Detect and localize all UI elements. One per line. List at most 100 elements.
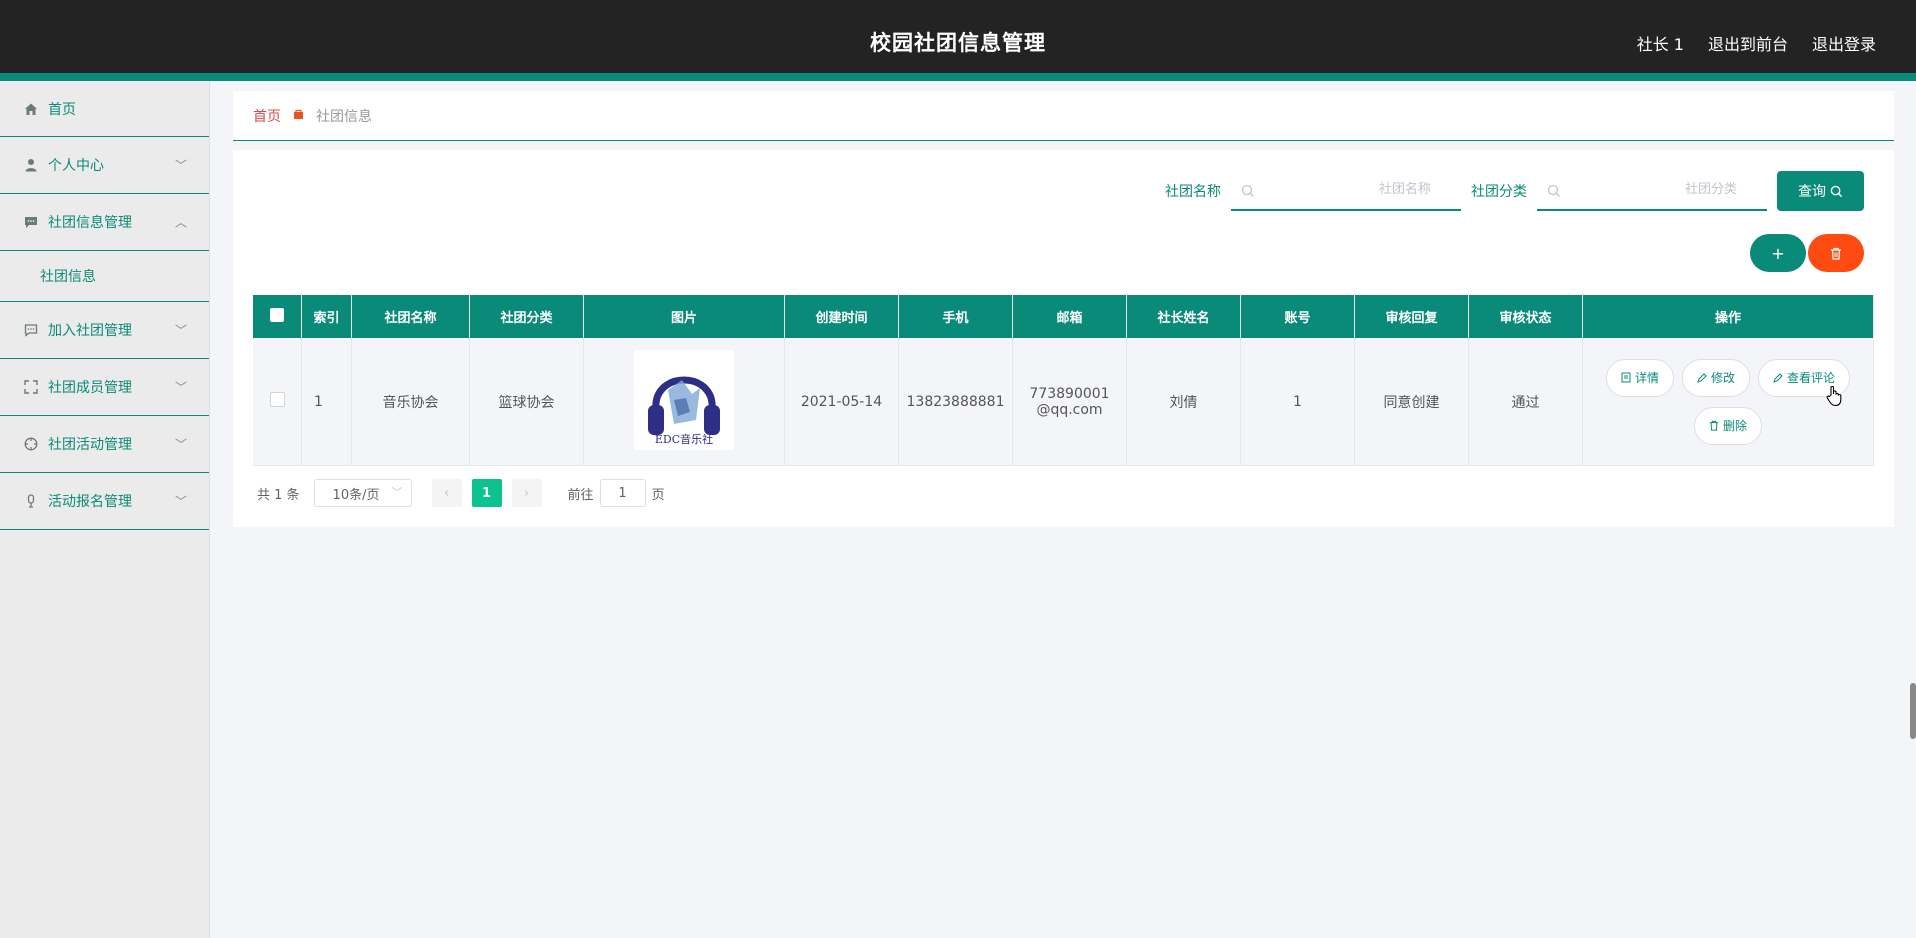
goto-prefix: 前往 bbox=[567, 487, 594, 503]
row-checkbox[interactable] bbox=[269, 392, 285, 407]
goto-page-value: 1 bbox=[618, 485, 627, 501]
sidebar-subitem-club-info[interactable]: 社团信息 bbox=[0, 251, 209, 302]
select-all-cell bbox=[253, 295, 302, 338]
message-icon bbox=[24, 215, 38, 229]
chevron-left-icon: ‹ bbox=[443, 485, 450, 501]
prev-page-button[interactable]: ‹ bbox=[431, 479, 462, 507]
goto-page-input[interactable]: 1 bbox=[599, 479, 646, 507]
compass-icon bbox=[24, 437, 38, 451]
app-title: 校园社团信息管理 bbox=[870, 31, 1046, 55]
edit-button-label: 修改 bbox=[1710, 371, 1735, 385]
cell-image: EDC音乐社 bbox=[583, 338, 785, 466]
edit-icon bbox=[1697, 372, 1707, 383]
query-button[interactable]: 查询 bbox=[1777, 171, 1864, 211]
col-category: 社团分类 bbox=[469, 295, 584, 338]
batch-delete-button[interactable] bbox=[1808, 234, 1864, 272]
detail-button[interactable]: 详情 bbox=[1605, 358, 1674, 397]
pagination: 共 1 条 10条/页 ﹀ ‹ 1 › 前往 1 页 bbox=[257, 479, 665, 507]
sidebar-item-join-club-management[interactable]: 加入社团管理 ﹀ bbox=[0, 302, 209, 359]
club-name-input[interactable] bbox=[1231, 171, 1461, 207]
breadcrumb-home[interactable]: 首页 bbox=[253, 106, 281, 126]
plus-icon: + bbox=[1771, 243, 1785, 263]
sidebar-item-club-member-management[interactable]: 社团成员管理 ﹀ bbox=[0, 359, 209, 416]
sidebar-item-personal-center[interactable]: 个人中心 ﹀ bbox=[0, 137, 209, 194]
chevron-down-icon: ﹀ bbox=[391, 486, 403, 499]
goto-suffix: 页 bbox=[651, 487, 665, 503]
club-category-label: 社团分类 bbox=[1471, 184, 1527, 200]
header-actions: 社长 1 退出到前台 退出登录 bbox=[1637, 31, 1876, 55]
sidebar-subitem-label: 社团信息 bbox=[40, 269, 96, 285]
col-image: 图片 bbox=[583, 295, 785, 338]
row-select-cell bbox=[253, 338, 302, 466]
trash-icon bbox=[1709, 420, 1719, 431]
cell-category: 篮球协会 bbox=[469, 338, 584, 466]
trash-icon bbox=[1831, 247, 1841, 260]
sidebar-item-label: 社团成员管理 bbox=[48, 380, 132, 396]
chevron-down-icon: ﹀ bbox=[174, 437, 187, 452]
logout-link[interactable]: 退出登录 bbox=[1812, 31, 1876, 55]
chevron-down-icon: ﹀ bbox=[174, 323, 187, 338]
cell-created: 2021-05-14 bbox=[784, 338, 899, 466]
col-reply: 审核回复 bbox=[1354, 295, 1469, 338]
sidebar-item-label: 加入社团管理 bbox=[48, 323, 132, 339]
col-club-name: 社团名称 bbox=[351, 295, 470, 338]
breadcrumb: 首页 社团信息 bbox=[233, 91, 1894, 141]
breadcrumb-separator-icon bbox=[293, 109, 304, 123]
chevron-up-icon: ︿ bbox=[174, 215, 187, 230]
select-all-checkbox[interactable] bbox=[270, 307, 284, 322]
delete-button[interactable]: 删除 bbox=[1693, 406, 1762, 445]
cell-account: 1 bbox=[1240, 338, 1355, 466]
chevron-right-icon: › bbox=[523, 485, 530, 501]
cell-club-name: 音乐协会 bbox=[351, 338, 470, 466]
club-name-label: 社团名称 bbox=[1165, 184, 1221, 200]
edit-button[interactable]: 修改 bbox=[1681, 358, 1750, 397]
cell-leader: 刘倩 bbox=[1126, 338, 1241, 466]
club-category-input[interactable] bbox=[1537, 171, 1767, 207]
sidebar-item-label: 活动报名管理 bbox=[48, 494, 132, 510]
sidebar-item-club-info-management[interactable]: 社团信息管理 ︿ bbox=[0, 194, 209, 251]
top-header: 校园社团信息管理 社长 1 退出到前台 退出登录 bbox=[0, 0, 1916, 81]
add-button[interactable]: + bbox=[1750, 234, 1806, 272]
user-icon bbox=[24, 158, 38, 172]
col-status: 审核状态 bbox=[1468, 295, 1583, 338]
chevron-down-icon: ﹀ bbox=[174, 380, 187, 395]
hand-cursor-icon bbox=[1826, 385, 1844, 411]
sidebar-item-label: 社团信息管理 bbox=[48, 215, 132, 231]
club-table: 索引 社团名称 社团分类 图片 创建时间 手机 邮箱 社长姓名 账号 审核回复 … bbox=[253, 295, 1874, 466]
search-icon bbox=[1241, 183, 1255, 202]
col-created: 创建时间 bbox=[784, 295, 899, 338]
col-index: 索引 bbox=[301, 295, 352, 338]
col-leader: 社长姓名 bbox=[1126, 295, 1241, 338]
club-image[interactable]: EDC音乐社 bbox=[634, 349, 734, 450]
next-page-button[interactable]: › bbox=[511, 479, 542, 507]
mic-icon bbox=[24, 494, 38, 508]
view-comments-button-label: 查看评论 bbox=[1787, 371, 1836, 385]
home-icon bbox=[24, 102, 38, 116]
cell-phone: 13823888881 bbox=[898, 338, 1013, 466]
sidebar-item-club-activity-management[interactable]: 社团活动管理 ﹀ bbox=[0, 416, 209, 473]
pagination-total: 共 1 条 bbox=[257, 487, 300, 503]
club-image-caption: EDC音乐社 bbox=[655, 432, 713, 446]
delete-button-label: 删除 bbox=[1722, 419, 1747, 433]
sidebar-item-activity-signup-management[interactable]: 活动报名管理 ﹀ bbox=[0, 473, 209, 530]
page-scrollbar[interactable] bbox=[1910, 683, 1916, 739]
search-form: 社团名称 社团分类 查询 bbox=[1165, 171, 1864, 211]
sidebar-item-home[interactable]: 首页 bbox=[0, 81, 209, 137]
chevron-down-icon: ﹀ bbox=[174, 494, 187, 509]
document-icon bbox=[1621, 372, 1631, 383]
exit-to-front-link[interactable]: 退出到前台 bbox=[1708, 31, 1788, 55]
edit-icon bbox=[1773, 372, 1783, 383]
page-number-current[interactable]: 1 bbox=[471, 479, 502, 507]
table-header-row: 索引 社团名称 社团分类 图片 创建时间 手机 邮箱 社长姓名 账号 审核回复 … bbox=[253, 295, 1874, 338]
sidebar: 首页 个人中心 ﹀ 社团信息管理 ︿ 社团信息 加入社团管理 ﹀ 社团成员管理 … bbox=[0, 81, 210, 938]
sidebar-item-label: 首页 bbox=[48, 101, 76, 118]
col-operations: 操作 bbox=[1582, 295, 1874, 338]
sidebar-item-label: 社团活动管理 bbox=[48, 437, 132, 453]
search-icon bbox=[1547, 183, 1561, 202]
fullscreen-icon bbox=[24, 380, 38, 394]
page-size-select[interactable]: 10条/页 ﹀ bbox=[313, 479, 412, 507]
club-name-search-field bbox=[1231, 171, 1461, 211]
chat-icon bbox=[24, 323, 38, 337]
query-button-label: 查询 bbox=[1798, 184, 1826, 200]
col-phone: 手机 bbox=[898, 295, 1013, 338]
